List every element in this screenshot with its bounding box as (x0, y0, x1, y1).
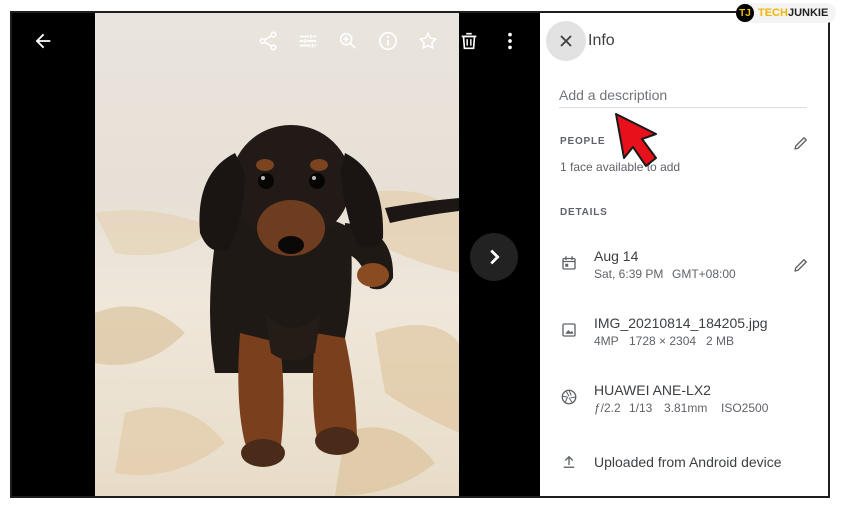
app-window: Info PEOPLE 1 face available to add DETA… (10, 11, 830, 498)
dog-photo-illustration (95, 125, 459, 496)
photo (95, 13, 459, 496)
edit-people-icon[interactable] (792, 134, 810, 152)
close-info-button[interactable] (546, 21, 586, 61)
more-options-button[interactable] (492, 23, 528, 59)
upload-icon (563, 455, 575, 468)
date-text: Aug 14 (594, 248, 639, 264)
time-text: Sat, 6:39 PM (594, 267, 664, 281)
watermark-text: TECHJUNKIE (758, 7, 829, 19)
timezone-text: GMT+08:00 (672, 267, 736, 281)
image-icon (562, 323, 576, 337)
back-button[interactable] (25, 23, 61, 59)
focal-length-text: 3.81mm (664, 401, 708, 415)
filesize-text: 2 MB (706, 334, 735, 348)
info-button[interactable] (370, 23, 406, 59)
zoom-in-icon (339, 32, 356, 49)
people-section-label: PEOPLE (560, 136, 606, 147)
zoom-button[interactable] (330, 23, 366, 59)
favorite-button[interactable] (410, 23, 446, 59)
trash-icon (461, 32, 477, 50)
star-icon (419, 32, 437, 49)
shutter-text: 1/13 (629, 401, 653, 415)
camera-model-text: HUAWEI ANE-LX2 (594, 382, 711, 398)
info-icon (378, 31, 398, 51)
delete-button[interactable] (451, 23, 487, 59)
chevron-right-icon (490, 249, 500, 265)
share-icon (259, 31, 277, 51)
photo-viewer (12, 13, 540, 496)
megapixels-text: 4MP (594, 334, 619, 348)
share-button[interactable] (250, 23, 286, 59)
filename-text: IMG_20210814_184205.jpg (594, 315, 768, 331)
details-section-label: DETAILS (560, 207, 608, 218)
edit-date-icon[interactable] (792, 256, 810, 274)
description-input[interactable] (559, 83, 807, 108)
more-vert-icon (508, 32, 512, 50)
close-icon (560, 35, 572, 47)
upload-source-text: Uploaded from Android device (594, 454, 782, 470)
info-panel: Info PEOPLE 1 face available to add DETA… (540, 13, 828, 496)
camera-aperture-icon (561, 389, 577, 405)
back-arrow-icon (35, 33, 51, 49)
iso-text: ISO2500 (721, 401, 769, 415)
red-pointer-arrow-annotation (615, 113, 657, 167)
resolution-text: 1728 × 2304 (629, 334, 697, 348)
techjunkie-watermark: TJ TECHJUNKIE (736, 3, 837, 23)
aperture-text: ƒ/2.2 (594, 401, 621, 415)
edit-button[interactable] (290, 23, 326, 59)
calendar-icon (562, 256, 576, 270)
watermark-logo: TJ (736, 4, 754, 22)
next-photo-button[interactable] (470, 233, 518, 281)
info-title: Info (588, 32, 615, 49)
edit-adjust-icon (299, 34, 317, 48)
